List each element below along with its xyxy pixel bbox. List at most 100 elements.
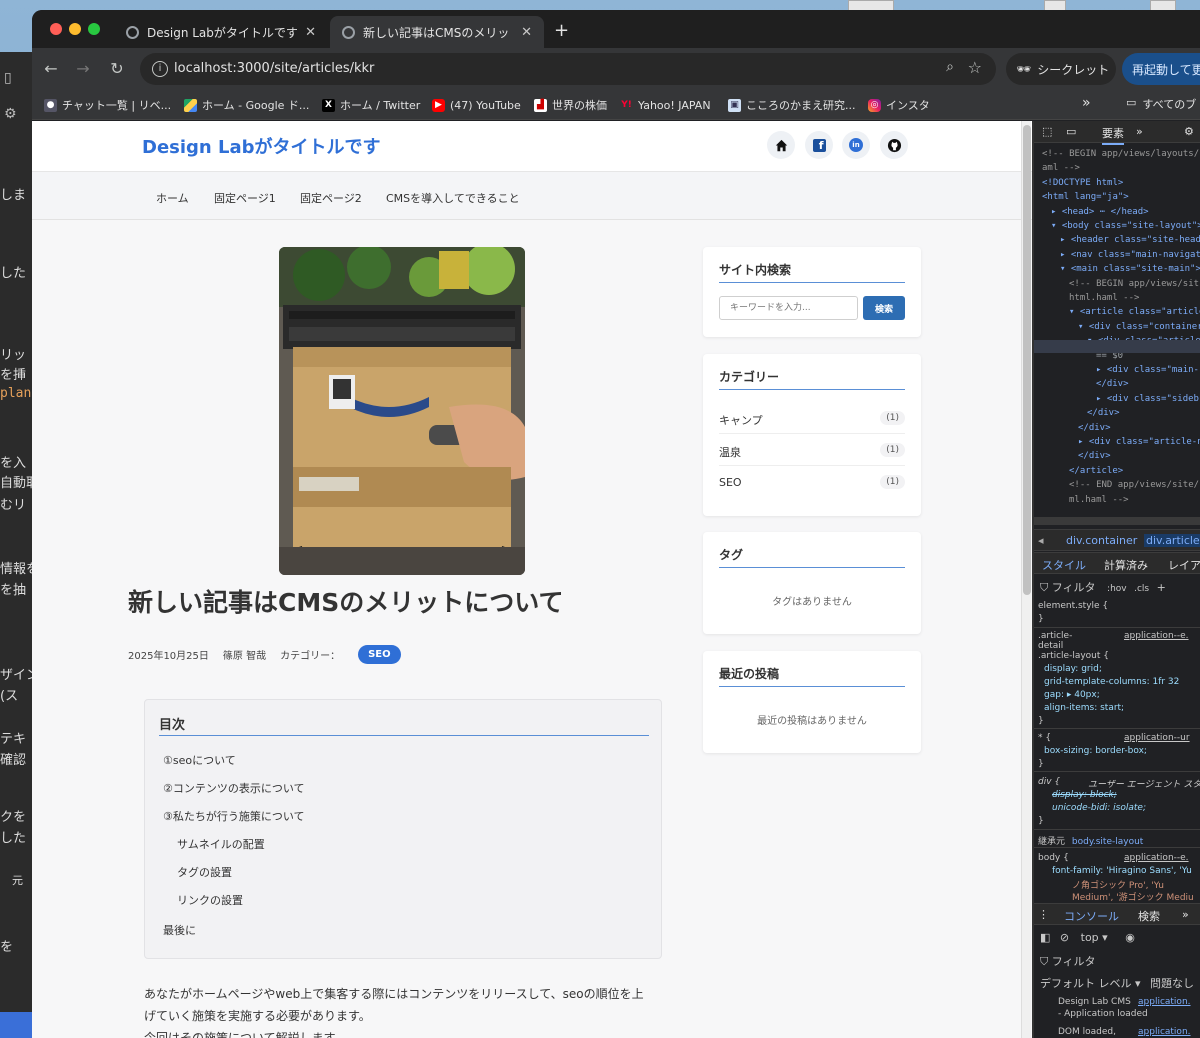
devtools-scrollbar[interactable] <box>1034 517 1200 525</box>
dom-node-line[interactable]: ▸ <div class="article-na <box>1078 437 1200 447</box>
close-icon[interactable]: ✕ <box>305 25 316 40</box>
breadcrumb-item[interactable]: div.article- <box>1144 534 1200 547</box>
chevron-right-icon[interactable]: » <box>1082 95 1091 111</box>
dom-node-line[interactable]: </div> <box>1078 423 1111 433</box>
category-item[interactable]: SEO (1) <box>719 468 905 498</box>
bookmark-item[interactable]: ▶ (47) YouTube <box>432 96 521 114</box>
toc-item[interactable]: 最後に <box>163 922 196 938</box>
dom-node-line[interactable]: <!-- BEGIN app/views/sit <box>1069 279 1199 289</box>
all-bookmarks-button[interactable]: ▭ すべてのブ <box>1126 96 1196 112</box>
dom-node-line[interactable]: <!DOCTYPE html> <box>1042 178 1123 188</box>
console-filter[interactable]: ⛉ フィルタ <box>1040 953 1194 969</box>
console-source-link[interactable]: application. <box>1138 1027 1191 1037</box>
site-info-icon[interactable]: i <box>152 61 168 77</box>
toc-item[interactable]: リンクの設置 <box>177 892 243 908</box>
hov-toggle[interactable]: :hov <box>1107 584 1127 594</box>
new-tab-button[interactable]: + <box>554 20 569 41</box>
url-text[interactable]: localhost:3000/site/articles/kkr <box>174 61 374 76</box>
chevron-right-icon[interactable]: » <box>1136 125 1143 138</box>
scrollbar-thumb[interactable] <box>1023 125 1031 595</box>
linkedin-icon[interactable]: in <box>842 131 870 159</box>
dom-node-line[interactable]: </div> <box>1096 379 1129 389</box>
restart-update-button[interactable]: 再起動して更新 <box>1122 53 1200 85</box>
chevron-down-icon[interactable]: ▾ <box>1102 931 1108 944</box>
styles-filter[interactable]: ⛉ フィルタ :hov .cls + <box>1040 579 1166 595</box>
dom-node-line[interactable]: <html lang="ja"> <box>1042 192 1129 202</box>
dom-node-line[interactable]: html.haml --> <box>1069 293 1139 303</box>
toc-item[interactable]: サムネイルの配置 <box>177 836 265 852</box>
dom-node-line[interactable]: </div> <box>1087 408 1120 418</box>
tab-layout[interactable]: レイア <box>1168 557 1200 573</box>
css-declaration[interactable]: align-items: start; <box>1044 703 1124 713</box>
home-icon[interactable] <box>767 131 795 159</box>
dom-node-line[interactable]: </article> <box>1069 466 1123 476</box>
toc-item[interactable]: ②コンテンツの表示について <box>163 780 305 796</box>
back-arrow-icon[interactable]: ← <box>40 58 62 80</box>
css-declaration[interactable]: gap: ▸ 40px; <box>1044 690 1100 700</box>
sidebar-toggle-icon[interactable]: ◧ <box>1040 931 1050 944</box>
incognito-indicator[interactable]: 🕶 シークレット <box>1006 53 1116 85</box>
toc-item[interactable]: タグの設置 <box>177 864 232 880</box>
close-window-button[interactable] <box>50 23 62 35</box>
toc-item[interactable]: ③私たちが行う施策について <box>163 808 305 824</box>
forward-arrow-icon[interactable]: → <box>72 58 94 80</box>
more-vert-icon[interactable]: ⋮ <box>1038 908 1049 921</box>
bookmark-item[interactable]: ● チャット一覧 | リベ... <box>44 96 171 114</box>
css-declaration[interactable]: font-family: 'Hiragino Sans', 'Yu <box>1052 866 1192 876</box>
facebook-icon[interactable]: f <box>805 131 833 159</box>
css-source-link[interactable]: application--ur <box>1124 733 1190 743</box>
bookmark-item[interactable]: ▣ こころのかまえ研究... <box>728 96 856 114</box>
gear-icon[interactable]: ⚙ <box>1184 125 1194 138</box>
bookmark-item[interactable]: ホーム - Google ド... <box>184 96 309 114</box>
dom-node-line[interactable]: </div> <box>1078 451 1111 461</box>
dom-node-line[interactable]: ▾ <div class="container" <box>1078 322 1200 332</box>
inherited-selector[interactable]: body.site-layout <box>1072 837 1143 847</box>
search-input[interactable] <box>719 296 858 320</box>
dom-node-line[interactable]: ▾ <article class="article- <box>1069 307 1200 317</box>
tab-computed[interactable]: 計算済み <box>1104 557 1148 573</box>
dom-node-line[interactable]: ▾ <body class="site-layout"> <box>1051 221 1200 231</box>
inspect-icon[interactable]: ⬚ <box>1042 125 1052 138</box>
context-selector[interactable]: top <box>1081 931 1099 944</box>
category-badge[interactable]: SEO <box>358 645 401 664</box>
chevron-left-icon[interactable]: ◂ <box>1038 534 1044 547</box>
tab-search[interactable]: 検索 <box>1138 908 1160 924</box>
site-title[interactable]: Design Labがタイトルです <box>142 133 381 159</box>
console-source-link[interactable]: application. <box>1138 997 1191 1007</box>
nav-item-cms[interactable]: CMSを導入してできること <box>386 190 520 206</box>
address-bar[interactable]: i localhost:3000/site/articles/kkr ⌕ ☆ <box>140 53 996 85</box>
breadcrumb-item[interactable]: div.container <box>1066 534 1137 547</box>
zoom-icon[interactable]: ⌕ <box>946 59 954 75</box>
dom-node-line[interactable]: ml.haml --> <box>1069 495 1129 505</box>
tab-design-lab[interactable]: Design Labがタイトルです ✕ <box>114 16 328 48</box>
bookmark-item[interactable]: X ホーム / Twitter <box>322 96 420 114</box>
close-icon[interactable]: ✕ <box>521 25 532 40</box>
toc-item[interactable]: ①seoについて <box>163 752 236 768</box>
cls-toggle[interactable]: .cls <box>1134 584 1149 594</box>
page-scrollbar[interactable] <box>1021 121 1031 1038</box>
tab-console[interactable]: コンソール <box>1064 908 1119 924</box>
dom-node-line[interactable]: ▸ <header class="site-header <box>1060 235 1200 245</box>
css-declaration[interactable]: box-sizing: border-box; <box>1044 746 1147 756</box>
dom-node-line[interactable]: aml --> <box>1042 163 1080 173</box>
dom-node-line[interactable]: <!-- END app/views/site/ <box>1069 480 1199 490</box>
bookmark-star-icon[interactable]: ☆ <box>968 58 982 77</box>
category-item[interactable]: キャンプ (1) <box>719 404 905 434</box>
zoom-window-button[interactable] <box>88 23 100 35</box>
tab-styles[interactable]: スタイル <box>1042 557 1086 573</box>
device-icon[interactable]: ▭ <box>1066 125 1076 138</box>
add-icon[interactable]: + <box>1157 581 1166 594</box>
dom-node-line[interactable]: ▸ <head> ⋯ </head> <box>1051 207 1149 217</box>
search-button[interactable]: 検索 <box>863 296 905 320</box>
dom-node-line[interactable]: ▸ <div class="sideb <box>1096 394 1199 404</box>
minimize-window-button[interactable] <box>69 23 81 35</box>
css-declaration[interactable]: display: grid; <box>1044 664 1102 674</box>
tab-elements[interactable]: 要素 <box>1102 125 1124 145</box>
nav-item-page1[interactable]: 固定ページ1 <box>214 190 276 206</box>
bookmark-item[interactable]: Y! Yahoo! JAPAN <box>620 96 710 114</box>
github-icon[interactable] <box>880 131 908 159</box>
nav-item-home[interactable]: ホーム <box>156 190 189 206</box>
dom-node-line[interactable]: ▾ <main class="site-main"> <box>1060 264 1200 274</box>
log-level-selector[interactable]: デフォルト レベル ▾ 問題なし <box>1040 975 1194 991</box>
dom-node-line[interactable]: ▸ <div class="main- <box>1096 365 1199 375</box>
